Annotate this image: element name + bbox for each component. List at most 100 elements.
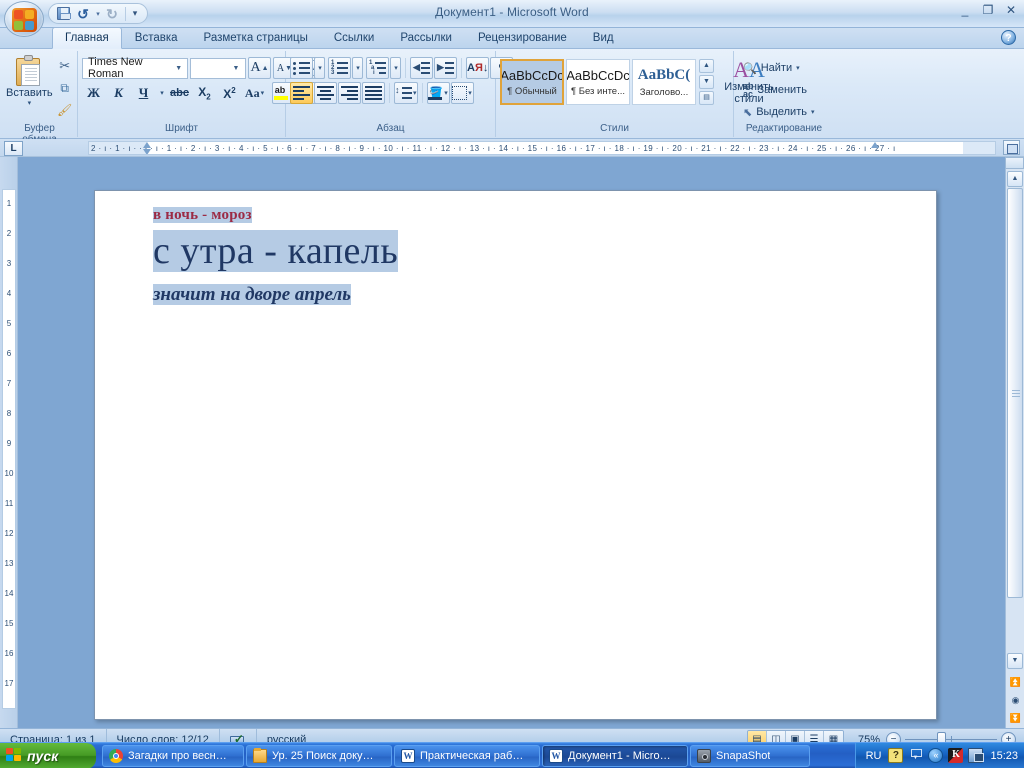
first-line-indent-marker[interactable] — [143, 142, 152, 154]
italic-button[interactable]: К — [107, 82, 130, 104]
taskbar-item-chrome[interactable]: Загадки про весн… — [102, 744, 244, 767]
borders-button[interactable]: ▾ — [450, 82, 474, 104]
font-name-combo[interactable]: Times New Roman ▼ — [82, 56, 188, 80]
language-indicator[interactable]: RU — [864, 750, 884, 762]
maximize-button[interactable]: ❐ — [981, 4, 995, 16]
multilevel-list-dropdown[interactable]: ▾ — [390, 57, 401, 79]
vertical-scrollbar[interactable]: ▲ ▼ ⏫ ◉ ⏬ — [1005, 157, 1024, 728]
align-right-button[interactable] — [338, 82, 361, 104]
document-text-body[interactable]: в ночь - мороз с утра - капель значит на… — [153, 207, 896, 312]
view-ruler-toggle-icon[interactable] — [1003, 140, 1020, 155]
document-line-2[interactable]: с утра - капель — [153, 224, 896, 278]
taskbar-clock[interactable]: 15:23 — [988, 750, 1018, 762]
office-button[interactable] — [4, 1, 44, 37]
bullets-dropdown[interactable]: ▾ — [314, 57, 325, 79]
show-hidden-icons-icon[interactable] — [928, 748, 944, 763]
decrease-indent-button[interactable]: ◀ — [410, 57, 433, 79]
style-item-heading1[interactable]: AaBbC( Заголово... — [632, 59, 696, 105]
kaspersky-icon[interactable] — [948, 747, 964, 763]
binoculars-icon: 🔍 — [743, 62, 757, 75]
select-button[interactable]: ⬉ Выделить ▾ — [738, 101, 819, 123]
right-indent-marker[interactable] — [871, 142, 880, 154]
align-left-button[interactable] — [290, 82, 313, 104]
tab-references[interactable]: Ссылки — [321, 27, 388, 48]
split-handle[interactable] — [1005, 157, 1024, 169]
style-item-normal[interactable]: AaBbCcDc ¶ Обычный — [500, 59, 564, 105]
next-object-button[interactable]: ⏬ — [1008, 711, 1023, 726]
tab-stop-selector[interactable]: L — [4, 141, 23, 156]
tab-page-layout[interactable]: Разметка страницы — [191, 27, 321, 48]
tab-mailings[interactable]: Рассылки — [387, 27, 465, 48]
redo-button[interactable]: ↻ — [102, 5, 122, 23]
customize-qat-button[interactable]: ▾ — [129, 5, 141, 23]
numbering-button[interactable]: 123 — [328, 57, 351, 79]
bold-icon: Ж — [87, 85, 100, 100]
styles-scroll-down-button[interactable]: ▼ — [699, 75, 714, 89]
justify-button[interactable] — [362, 82, 385, 104]
chevron-down-icon[interactable]: ▼ — [172, 59, 185, 78]
font-size-combo[interactable]: ▼ — [190, 57, 246, 79]
tab-review[interactable]: Рецензирование — [465, 27, 580, 48]
tab-insert[interactable]: Вставка — [122, 27, 191, 48]
line-spacing-button[interactable]: ↕ ▾ — [394, 82, 418, 104]
cut-button[interactable]: ✂ — [53, 55, 77, 77]
styles-more-button[interactable]: ▤ — [699, 91, 714, 105]
copy-button[interactable]: ⧉ — [53, 77, 77, 99]
network-icon[interactable] — [968, 748, 985, 763]
align-center-button[interactable] — [314, 82, 337, 104]
help-icon[interactable] — [888, 748, 904, 763]
stack-icon[interactable] — [908, 748, 923, 763]
vruler-tick: 16 — [4, 649, 14, 658]
undo-dropdown[interactable]: ▾ — [93, 5, 102, 23]
increase-indent-button[interactable]: ▶ — [434, 57, 457, 79]
subscript-icon: X2 — [198, 84, 211, 102]
underline-button[interactable]: Ч — [132, 82, 155, 104]
tab-home[interactable]: Главная — [52, 27, 122, 49]
paste-button[interactable]: Вставить ▾ — [6, 53, 53, 107]
minimize-button[interactable]: _ — [958, 4, 972, 16]
styles-scroll-up-button[interactable]: ▲ — [699, 59, 714, 73]
shading-button[interactable]: 🪣 ▾ — [426, 82, 450, 104]
underline-dropdown[interactable]: ▾ — [157, 82, 166, 104]
taskbar-item-snapashot[interactable]: SnapaShot — [690, 744, 810, 767]
scroll-up-button[interactable]: ▲ — [1007, 171, 1023, 187]
numbering-dropdown[interactable]: ▾ — [352, 57, 363, 79]
document-page[interactable]: в ночь - мороз с утра - капель значит на… — [94, 190, 937, 720]
bold-button[interactable]: Ж — [82, 82, 105, 104]
paragraph-divider-2 — [461, 58, 462, 78]
previous-object-button[interactable]: ⏫ — [1008, 675, 1023, 690]
taskbar-item-word-document1[interactable]: Документ1 - Micro… — [542, 744, 688, 767]
scroll-down-button[interactable]: ▼ — [1007, 653, 1023, 669]
scrollbar-thumb[interactable] — [1007, 188, 1023, 598]
editing-group-label: Редактирование — [745, 123, 823, 134]
taskbar-item-folder[interactable]: Ур. 25 Поиск доку… — [246, 744, 392, 767]
change-case-button[interactable]: Aa ▾ — [243, 82, 266, 104]
find-button[interactable]: 🔍 Найти ▾ — [738, 57, 805, 79]
grow-font-button[interactable]: A ▲ — [248, 57, 271, 79]
multilevel-list-button[interactable]: 1ai — [366, 57, 389, 79]
strikethrough-button[interactable]: abc — [168, 82, 191, 104]
format-painter-button[interactable]: 🖌 — [53, 99, 77, 121]
quick-access-toolbar: ↺ ▾ ↻ ▾ — [48, 3, 148, 24]
chevron-down-icon[interactable]: ▼ — [229, 59, 243, 78]
horizontal-ruler[interactable]: 2 · ı · 1 · ı · · ı · ı · 1 · ı · 2 · ı … — [88, 141, 996, 155]
subscript-button[interactable]: X2 — [193, 82, 216, 104]
sort-button[interactable]: AЯ↓ — [466, 57, 490, 79]
style-item-no-spacing[interactable]: AaBbCcDc ¶ Без инте... — [566, 59, 630, 105]
undo-button[interactable]: ↺ — [73, 5, 93, 23]
superscript-button[interactable]: X2 — [218, 82, 241, 104]
replace-button[interactable]: ab ac Заменить — [738, 79, 812, 101]
close-button[interactable]: ✕ — [1004, 4, 1018, 16]
document-line-1[interactable]: в ночь - мороз — [153, 207, 896, 224]
word-document-icon — [549, 748, 563, 763]
zoom-track[interactable] — [905, 732, 997, 747]
save-button[interactable] — [53, 5, 73, 23]
bullets-button[interactable] — [290, 57, 313, 79]
decrease-indent-icon: ◀ — [413, 61, 430, 76]
start-button[interactable]: пуск — [0, 742, 96, 768]
help-icon[interactable]: ? — [1001, 30, 1016, 45]
tab-view[interactable]: Вид — [580, 27, 627, 48]
select-browse-object-button[interactable]: ◉ — [1008, 693, 1023, 708]
taskbar-item-word-practice[interactable]: Практическая раб… — [394, 744, 540, 767]
document-line-3[interactable]: значит на дворе апрель — [153, 278, 896, 312]
